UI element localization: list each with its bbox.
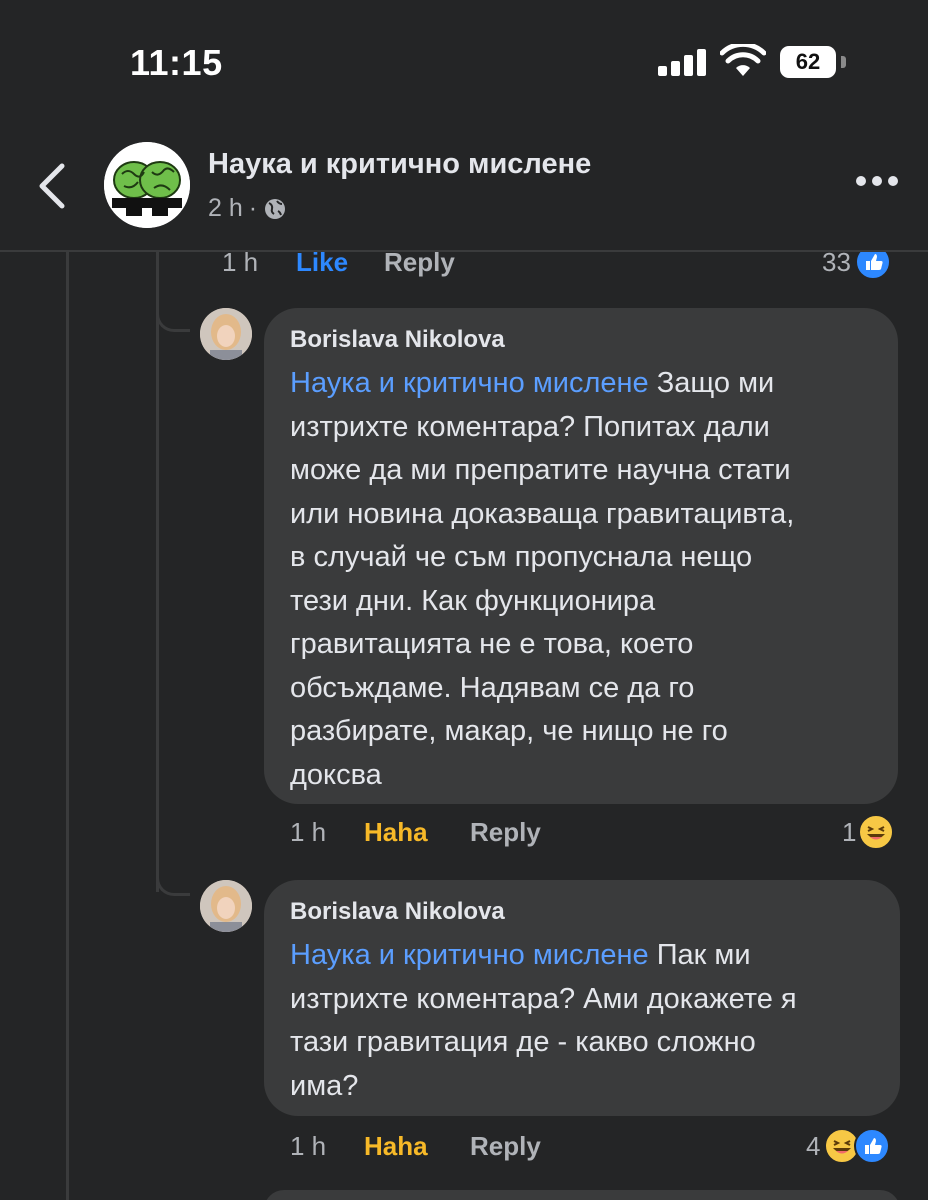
like-button[interactable]: Like [296,252,348,278]
comment-line: тези дни. Как функционира [290,584,656,617]
comment-line: може да ми препратите научна стати [290,454,791,486]
comment-text: Наука и критично мислене Пак ми изтрихте … [290,934,876,1108]
comment-bubble[interactable]: Borislava Nikolova Наука и критично мисл… [264,308,898,804]
battery-level: 62 [780,46,836,78]
page-mention[interactable]: Наука и критично мислене [290,939,649,971]
comment-bubble-next[interactable] [264,1190,900,1200]
more-options-button[interactable] [856,176,898,190]
comment-line: в случай че съм пропуснала нещо [290,541,753,573]
reply-connector [156,292,190,332]
reply-connector [156,856,190,896]
cellular-signal-icon [658,48,708,76]
meta-separator: · [248,194,258,222]
comment-line: тази гравитация де - какво сложно [290,1026,756,1058]
reply-button[interactable]: Reply [470,817,541,848]
reply-thread-line [156,252,159,892]
reply-button[interactable]: Reply [384,252,455,278]
like-reaction-icon [854,1128,891,1164]
comment-line: обсъждаме. Надявам се да го [290,671,695,704]
haha-button[interactable]: Haha [364,817,428,848]
haha-reaction-icon [858,814,895,850]
comment-time: 1 h [290,816,327,847]
chevron-left-icon[interactable] [30,160,76,212]
reaction-count[interactable]: 1 [842,814,895,850]
comment-bubble[interactable]: Borislava Nikolova Наука и критично мисл… [264,880,900,1116]
avatar[interactable] [200,308,252,360]
comment-time: 1 h [290,1130,327,1161]
thread-line [66,252,69,1200]
reaction-count-value: 33 [822,252,851,277]
comment-line: или новина доказваща гравитацивта, [290,497,795,530]
page-mention[interactable]: Наука и критично мислене [290,367,649,399]
reaction-count-value: 1 [842,816,857,847]
comment-line: разбирате, макар, че нищо не го [290,715,728,747]
post-header: Наука и критично мислене 2 h · [0,120,928,250]
comment-line: изтрихте коментара? Ами докажете я [290,982,797,1015]
comment-time: 1 h [222,252,259,277]
haha-button[interactable]: Haha [364,1131,428,1162]
brain-logo-icon [104,142,190,228]
comment-actions-previous: 1 h Like Reply 33 [222,252,912,280]
comment-author[interactable]: Borislava Nikolova [290,898,876,926]
comment-author[interactable]: Borislava Nikolova [290,326,874,354]
comment-actions: 1 h Haha Reply 1 [290,814,910,850]
comment-text: Наука и критично мислене Защо ми изтрихте… [290,362,874,797]
comment-line: Защо ми [648,367,775,399]
globe-icon [265,198,286,219]
reaction-count[interactable]: 4 [806,1128,891,1164]
comment-line: гравитацията не е това, което [290,628,694,660]
status-bar: 11:15 62 [0,0,928,120]
comment-line: има? [290,1069,359,1102]
comment-actions: 1 h Haha Reply 4 [290,1128,910,1164]
comment-line: Пак ми [648,939,751,971]
reply-button[interactable]: Reply [470,1131,541,1162]
comment-line: доксва [290,758,382,791]
battery-icon: 62 [780,46,846,78]
comment-thread[interactable]: 1 h Like Reply 33 Borislava Nikolova Нау… [0,252,928,1200]
reaction-count[interactable]: 33 [822,252,891,280]
page-avatar[interactable] [104,142,190,228]
status-time: 11:15 [130,42,223,83]
page-title[interactable]: Наука и критично мислене [208,148,591,181]
like-reaction-icon [854,252,891,280]
comment-line: изтрихте коментара? Попитах дали [290,410,770,443]
post-time: 2 h [208,194,243,222]
wifi-icon [720,44,766,76]
reaction-count-value: 4 [806,1130,821,1161]
post-meta: 2 h · [208,194,287,223]
avatar[interactable] [200,880,252,932]
